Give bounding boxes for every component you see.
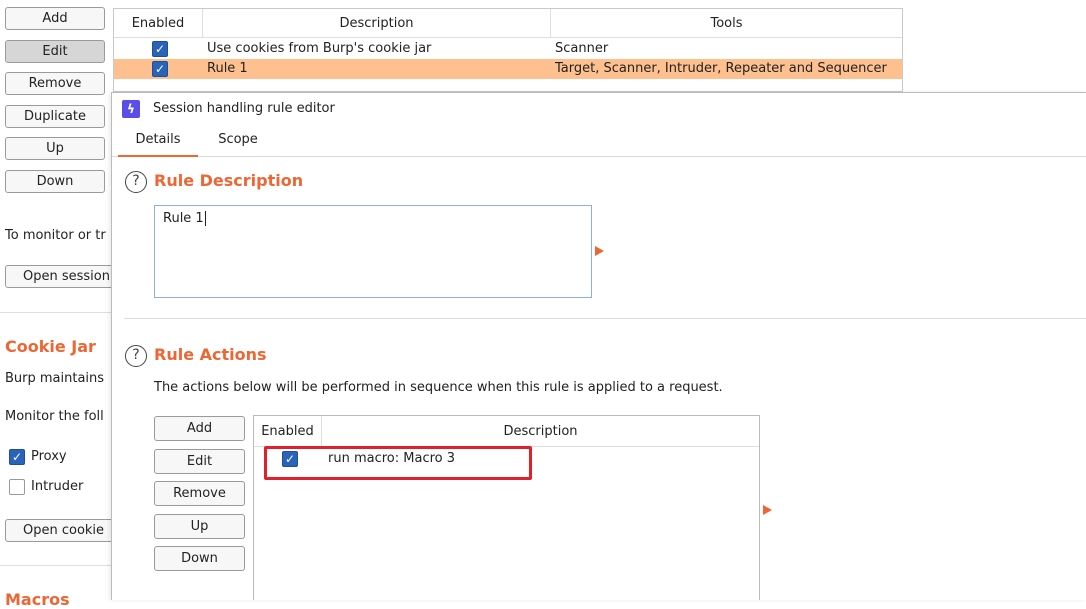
- bg-separator-2: [0, 565, 112, 566]
- monitor-text: To monitor or tr: [5, 228, 106, 243]
- expand-arrow-icon[interactable]: [595, 246, 604, 256]
- bg-duplicate-button[interactable]: Duplicate: [5, 105, 105, 128]
- col-description[interactable]: Description: [203, 9, 551, 38]
- bg-down-button[interactable]: Down: [5, 170, 105, 193]
- bg-remove-button[interactable]: Remove: [5, 72, 105, 95]
- table-row-selected[interactable]: ✓ Rule 1 Target, Scanner, Intruder, Repe…: [114, 59, 902, 79]
- col-tools[interactable]: Tools: [551, 9, 902, 38]
- rule-description-input[interactable]: Rule 1: [154, 205, 592, 298]
- rule-actions-description: The actions below will be performed in s…: [154, 380, 723, 395]
- rule-actions-table: Enabled Description ✓ run macro: Macro 3: [253, 415, 760, 600]
- bg-edit-button[interactable]: Edit: [5, 40, 105, 63]
- row-description: Rule 1: [207, 61, 248, 76]
- col-enabled[interactable]: Enabled: [114, 9, 203, 38]
- dialog-titlebar[interactable]: ϟ Session handling rule editor: [112, 93, 1086, 125]
- rule-description-help-icon[interactable]: ?: [125, 171, 147, 193]
- monitor-following-text: Monitor the foll: [5, 409, 104, 424]
- col-description[interactable]: Description: [322, 416, 759, 447]
- session-rule-editor-dialog: ϟ Session handling rule editor Details S…: [111, 92, 1086, 600]
- highlight-box: [264, 446, 532, 480]
- bg-add-button[interactable]: Add: [5, 7, 105, 30]
- burp-maintains-text: Burp maintains: [5, 371, 105, 386]
- rule-description-value: Rule 1: [163, 211, 204, 226]
- intruder-checkbox[interactable]: [9, 479, 25, 495]
- bg-separator: [0, 312, 112, 313]
- burp-lightning-icon: ϟ: [122, 100, 140, 118]
- row-tools: Scanner: [555, 41, 609, 56]
- row-description: Use cookies from Burp's cookie jar: [207, 41, 432, 56]
- text-caret: [204, 211, 206, 226]
- proxy-label: Proxy: [31, 449, 67, 464]
- table-row[interactable]: ✓ Use cookies from Burp's cookie jar Sca…: [114, 39, 902, 59]
- intruder-label: Intruder: [31, 479, 84, 494]
- row-enabled-checkbox[interactable]: ✓: [152, 61, 168, 77]
- session-rules-table: Enabled Description Tools ✓ Use cookies …: [113, 8, 903, 92]
- rule-description-heading: Rule Description: [154, 171, 304, 190]
- tab-scope[interactable]: Scope: [208, 127, 268, 155]
- open-cookie-button[interactable]: Open cookie: [5, 519, 120, 542]
- action-edit-button[interactable]: Edit: [154, 449, 245, 474]
- rule-actions-heading: Rule Actions: [154, 345, 267, 364]
- proxy-checkbox[interactable]: ✓: [9, 449, 25, 465]
- action-add-button[interactable]: Add: [154, 416, 245, 441]
- bg-up-button[interactable]: Up: [5, 137, 105, 160]
- open-session-button[interactable]: Open session: [5, 265, 120, 288]
- tab-details[interactable]: Details: [118, 127, 198, 157]
- action-up-button[interactable]: Up: [154, 514, 245, 539]
- macros-heading: Macros: [5, 590, 70, 609]
- col-enabled[interactable]: Enabled: [254, 416, 322, 447]
- row-tools: Target, Scanner, Intruder, Repeater and …: [555, 61, 887, 76]
- section-separator: [124, 318, 1086, 319]
- action-remove-button[interactable]: Remove: [154, 481, 245, 506]
- row-enabled-checkbox[interactable]: ✓: [152, 41, 168, 57]
- cookie-jar-heading: Cookie Jar: [5, 337, 96, 356]
- expand-arrow-icon[interactable]: [763, 505, 772, 515]
- dialog-title: Session handling rule editor: [153, 101, 335, 116]
- dialog-tabs: Details Scope: [112, 127, 1086, 157]
- action-down-button[interactable]: Down: [154, 546, 245, 571]
- rule-actions-help-icon[interactable]: ?: [125, 345, 147, 367]
